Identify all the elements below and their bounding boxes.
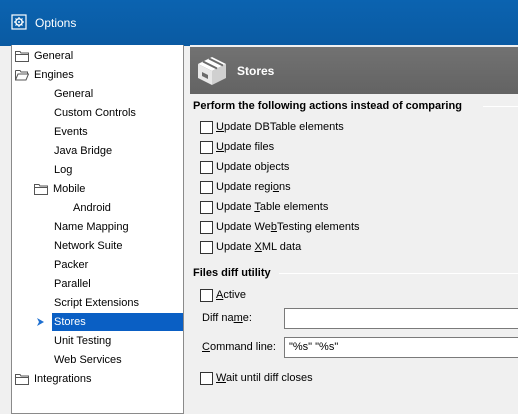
tree-item-label: Unit Testing — [54, 335, 112, 347]
tree-item-label: Stores — [54, 316, 86, 328]
tree-item-events[interactable]: Events — [12, 123, 183, 141]
tree-item-log[interactable]: Log — [12, 161, 183, 179]
tree-item-general[interactable]: General — [12, 85, 183, 103]
tree-item-parallel[interactable]: Parallel — [12, 275, 183, 293]
tree-item-integrations[interactable]: Integrations — [12, 370, 183, 388]
wait-checkbox[interactable] — [200, 372, 213, 385]
tree-item-label: Script Extensions — [54, 297, 139, 309]
tree-item-label: Packer — [54, 259, 89, 271]
option-label[interactable]: Update WebTesting elements — [216, 219, 360, 235]
option-label[interactable]: Update XML data — [216, 239, 301, 255]
tree-item-unit-testing[interactable]: Unit Testing — [12, 332, 183, 350]
tree-item-label: General — [34, 50, 74, 62]
wait-label[interactable]: Wait until diff closes — [216, 370, 313, 386]
option-checkbox[interactable] — [200, 201, 213, 214]
tree-item-packer[interactable]: Packer — [12, 256, 183, 274]
option-label[interactable]: Update Table elements — [216, 199, 328, 215]
actions-group-title: Perform the following actions instead of… — [193, 100, 462, 112]
option-checkbox[interactable] — [200, 121, 213, 134]
tree-item-engines[interactable]: Engines — [12, 66, 183, 84]
tree-item-label: Name Mapping — [54, 221, 129, 233]
tree-item-java-bridge[interactable]: Java Bridge — [12, 142, 183, 160]
tree-item-label: Custom Controls — [54, 107, 136, 119]
tree-item-label: Android — [73, 202, 111, 214]
tree-item-label: Network Suite — [54, 240, 123, 252]
option-checkbox[interactable] — [200, 221, 213, 234]
stores-box-icon — [198, 57, 226, 85]
option-label[interactable]: Update objects — [216, 159, 289, 175]
tree-item-label: Log — [54, 164, 73, 176]
folder-icon — [15, 374, 29, 385]
section-title: Stores — [237, 64, 275, 78]
tree-item-custom-controls[interactable]: Custom Controls — [12, 104, 183, 122]
option-checkbox[interactable] — [200, 141, 213, 154]
options-gear-icon — [11, 14, 27, 30]
tree-item-android[interactable]: Android — [12, 199, 183, 217]
active-checkbox[interactable] — [200, 289, 213, 302]
current-arrow-icon — [37, 318, 44, 326]
tree-item-label: Java Bridge — [54, 145, 113, 157]
actions-group-divider — [483, 106, 518, 107]
tree-item-mobile[interactable]: Mobile — [12, 180, 183, 198]
title-bar: Options — [0, 0, 518, 46]
tree-item-label: Engines — [34, 69, 74, 81]
options-tree[interactable]: General Engines General Custom Controls Even… — [11, 45, 184, 414]
folder-open-icon — [15, 70, 29, 81]
option-label[interactable]: Update files — [216, 139, 274, 155]
tree-item-label: Parallel — [54, 278, 91, 290]
option-label[interactable]: Update regions — [216, 179, 291, 195]
tree-item-script-extensions[interactable]: Script Extensions — [12, 294, 183, 312]
option-checkbox[interactable] — [200, 161, 213, 174]
tree-item-general[interactable]: General — [12, 47, 183, 65]
diff-group-divider — [279, 273, 518, 274]
window-title: Options — [35, 16, 77, 30]
section-header: Stores — [190, 47, 518, 94]
stores-settings-panel: Stores Perform the following actions ins… — [190, 45, 518, 414]
tree-item-label: Integrations — [34, 373, 92, 385]
diff-name-input[interactable] — [284, 308, 518, 329]
tree-item-label: Web Services — [54, 354, 122, 366]
tree-item-label: Mobile — [53, 183, 86, 195]
command-line-label: Command line: — [202, 341, 276, 353]
folder-icon — [34, 184, 48, 195]
tree-item-name-mapping[interactable]: Name Mapping — [12, 218, 183, 236]
option-checkbox[interactable] — [200, 181, 213, 194]
option-label[interactable]: Update DBTable elements — [216, 119, 344, 135]
tree-item-network-suite[interactable]: Network Suite — [12, 237, 183, 255]
diff-name-label: Diff name: — [202, 312, 252, 324]
command-line-input[interactable]: "%s" "%s" — [284, 337, 518, 358]
folder-icon — [15, 51, 29, 62]
tree-item-stores[interactable]: Stores — [12, 313, 183, 331]
tree-item-label: Events — [54, 126, 88, 138]
option-checkbox[interactable] — [200, 241, 213, 254]
active-label[interactable]: Active — [216, 287, 246, 303]
tree-item-web-services[interactable]: Web Services — [12, 351, 183, 369]
diff-group-title: Files diff utility — [193, 267, 271, 279]
tree-item-label: General — [54, 88, 94, 100]
